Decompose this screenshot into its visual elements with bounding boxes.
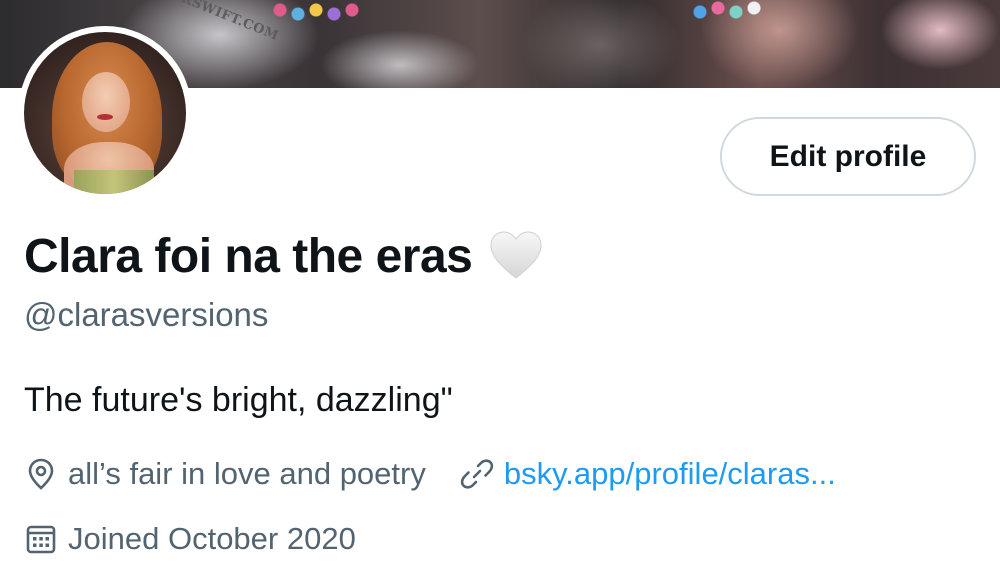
profile-website-link[interactable]: bsky.app/profile/claras... <box>504 456 836 492</box>
friendship-bracelet-beads <box>270 0 360 30</box>
avatar-lips <box>97 114 113 120</box>
profile-bio: The future's bright, dazzling" <box>24 381 453 419</box>
profile-joined-row: Joined October 2020 <box>24 517 356 561</box>
display-name: Clara foi na the eras <box>24 229 473 283</box>
banner-blur <box>320 30 480 88</box>
profile-joined-date: Joined October 2020 <box>68 521 356 556</box>
avatar-photo <box>24 32 186 194</box>
edit-profile-button[interactable]: Edit profile <box>720 117 976 196</box>
banner-blur <box>880 0 1000 70</box>
profile-handle: @clarasversions <box>24 296 269 333</box>
link-icon <box>460 459 494 489</box>
location-pin-icon <box>28 458 54 490</box>
friendship-bracelet-beads <box>690 0 780 30</box>
avatar[interactable] <box>18 26 192 200</box>
name-row: Clara foi na the eras <box>24 226 544 286</box>
profile-header: RSWIFT.COM Edit profile Clara foi na the… <box>0 0 1000 574</box>
profile-location: all’s fair in love and poetry <box>68 456 426 491</box>
avatar-face <box>82 72 130 132</box>
banner-blur <box>520 0 680 88</box>
calendar-icon <box>26 525 56 554</box>
avatar-dress <box>74 170 154 194</box>
white-heart-icon <box>490 231 542 279</box>
profile-meta-row: all’s fair in love and poetry bsky.app/p… <box>24 452 836 496</box>
